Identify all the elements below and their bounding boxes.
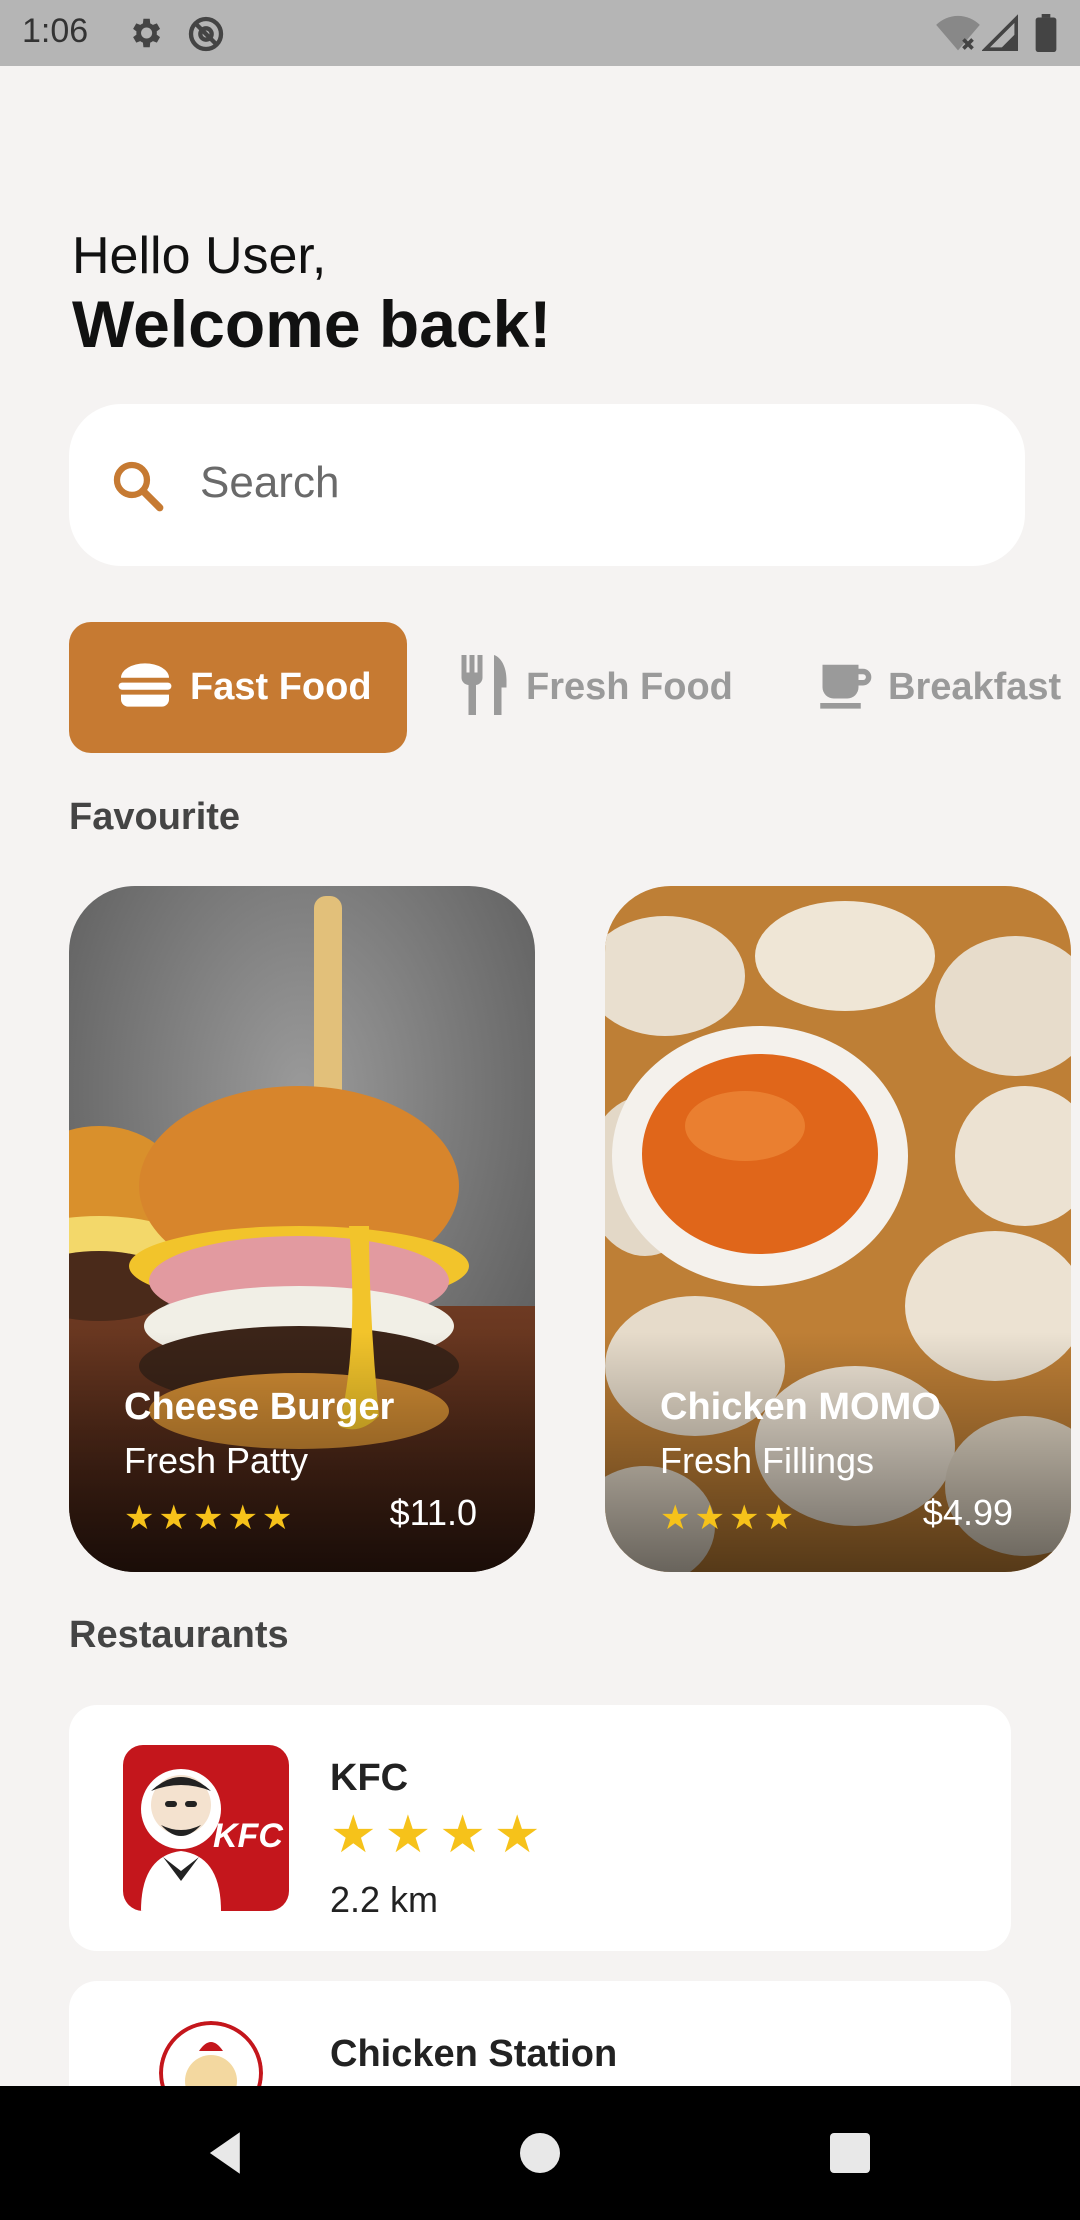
signal-icon <box>981 14 1018 57</box>
favourite-card-chicken-momo[interactable]: Chicken MOMO Fresh Fillings ★★★★ $4.99 <box>605 886 1071 1572</box>
category-label: Breakfast <box>888 666 1062 708</box>
coffee-cup-icon <box>818 658 872 717</box>
restaurant-name: KFC <box>330 1757 409 1799</box>
favourite-price: $4.99 <box>922 1492 1013 1533</box>
home-icon[interactable] <box>480 2086 600 2220</box>
burger-icon <box>116 661 174 714</box>
back-icon[interactable] <box>166 2086 286 2220</box>
favourite-subtitle: Fresh Fillings <box>660 1440 875 1481</box>
category-fresh-food[interactable]: Fresh Food <box>458 622 733 753</box>
category-breakfast[interactable]: Breakfast <box>818 622 1061 753</box>
recents-icon[interactable] <box>790 2086 910 2220</box>
search-bar[interactable] <box>69 404 1025 566</box>
navigation-bar <box>0 2086 1080 2220</box>
fork-knife-icon <box>458 655 510 720</box>
greeting-welcome: Welcome back! <box>72 287 552 361</box>
battery-icon <box>1035 14 1057 57</box>
wifi-off-icon <box>936 14 980 59</box>
gear-icon <box>126 14 164 57</box>
at-sign-icon <box>186 14 226 59</box>
category-fast-food[interactable]: Fast Food <box>69 622 407 753</box>
favourite-rating-stars: ★★★★★ <box>124 1499 297 1537</box>
search-icon[interactable] <box>109 457 167 520</box>
favourite-rating-stars: ★★★★ <box>660 1499 798 1537</box>
restaurant-distance: 2.2 km <box>330 1879 439 1920</box>
favourite-name: Cheese Burger <box>124 1386 395 1428</box>
greeting-hello: Hello User, <box>72 227 327 285</box>
search-input[interactable] <box>200 448 980 518</box>
category-label: Fast Food <box>190 666 372 708</box>
favourite-name: Chicken MOMO <box>660 1386 941 1428</box>
favourite-price: $11.0 <box>389 1492 477 1533</box>
favourite-title: Favourite <box>69 796 241 838</box>
svg-text:KFC: KFC <box>213 1817 283 1855</box>
favourite-subtitle: Fresh Patty <box>124 1440 309 1481</box>
category-label: Fresh Food <box>526 666 733 708</box>
restaurant-name: Chicken Station <box>330 2033 618 2075</box>
restaurant-card-kfc[interactable]: KFC KFC ★★★★ 2.2 km <box>69 1705 1011 1951</box>
restaurant-rating-stars: ★★★★ <box>330 1806 549 1864</box>
kfc-logo: KFC <box>123 1745 289 1911</box>
status-bar: 1:06 <box>0 0 1080 66</box>
restaurants-title: Restaurants <box>69 1614 289 1656</box>
favourite-card-cheese-burger[interactable]: Cheese Burger Fresh Patty ★★★★★ $11.0 <box>69 886 535 1572</box>
status-time: 1:06 <box>22 12 89 50</box>
